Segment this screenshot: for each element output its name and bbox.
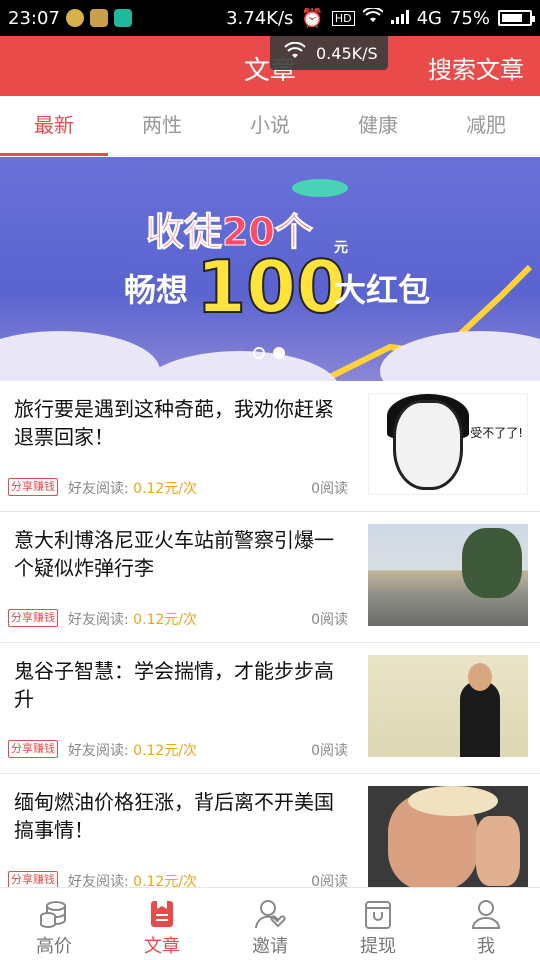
cloud-illustration [140, 351, 340, 381]
blimp-illustration [292, 179, 348, 197]
profile-icon [470, 898, 502, 930]
speed-toast: 0.45K/S [270, 36, 388, 70]
promo-banner[interactable]: 收徒20个 畅想 100 元 大红包 [0, 157, 540, 381]
share-earn-tag: 分享赚钱 [8, 740, 58, 758]
clock: 23:07 [8, 7, 60, 29]
app-notification-icon [65, 9, 84, 27]
article-item[interactable]: 缅甸燃油价格狂涨，背后离不开美国搞事情！ 分享赚钱 好友阅读: 0.12元/次 … [0, 774, 540, 905]
article-meta: 分享赚钱 好友阅读: 0.12元/次 0阅读 [8, 738, 348, 760]
article-title: 缅甸燃油价格狂涨，背后离不开美国搞事情！ [14, 790, 334, 842]
article-thumbnail [368, 655, 528, 757]
nav-item-yaoqing[interactable]: 邀请 [216, 888, 324, 960]
read-count: 0阅读 [311, 612, 348, 628]
tab-1[interactable]: 最新 [0, 96, 108, 156]
nav-item-wo[interactable]: 我 [432, 888, 540, 960]
nav-item-gaojia[interactable]: 高价 [0, 888, 108, 960]
search-articles-button[interactable]: 搜索文章 [428, 50, 524, 85]
battery-icon [498, 10, 535, 26]
carousel-dot[interactable] [253, 347, 265, 359]
article-meta: 分享赚钱 好友阅读: 0.12元/次 0阅读 [8, 476, 348, 498]
banner-line2: 畅想 [124, 271, 189, 309]
thumbnail-caption: 受不了了! [470, 426, 523, 440]
bottom-navigation: 高价 文章 邀请 提现 我 [0, 887, 540, 960]
carousel-indicator [253, 347, 285, 359]
nav-label: 文章 [144, 936, 180, 957]
read-count: 0阅读 [311, 743, 348, 759]
article-thumbnail: 受不了了! [368, 393, 528, 495]
carousel-dot-active[interactable] [273, 347, 285, 359]
nav-item-wenzhang[interactable]: 文章 [108, 888, 216, 960]
article-meta: 分享赚钱 好友阅读: 0.12元/次 0阅读 [8, 607, 348, 629]
banner-unit: 元 [334, 240, 348, 256]
article-icon [146, 898, 178, 930]
hd-badge: HD [331, 10, 355, 26]
signal-icon [390, 8, 409, 29]
friend-read-reward: 好友阅读: 0.12元/次 [68, 612, 198, 628]
coins-icon [38, 898, 70, 930]
cloud-illustration [0, 331, 160, 381]
app-notification-icon [89, 9, 108, 27]
net-speed: 3.74K/s [226, 7, 294, 29]
article-thumbnail [368, 786, 528, 888]
article-item[interactable]: 旅行要是遇到这种奇葩，我劝你赶紧退票回家！ 分享赚钱 好友阅读: 0.12元/次… [0, 381, 540, 512]
wifi-icon [284, 41, 306, 64]
article-item[interactable]: 鬼谷子智慧：学会揣情，才能步步高升 分享赚钱 好友阅读: 0.12元/次 0阅读 [0, 643, 540, 774]
status-bar: 23:07 3.74K/s ⏰ HD 4G 75% [0, 0, 540, 36]
article-item[interactable]: 意大利博洛尼亚火车站前警察引爆一个疑似炸弹行李 分享赚钱 好友阅读: 0.12元… [0, 512, 540, 643]
article-title: 意大利博洛尼亚火车站前警察引爆一个疑似炸弹行李 [14, 528, 334, 580]
scan-notification-icon [113, 9, 132, 27]
banner-amount: 100 [195, 244, 347, 330]
nav-item-tixian[interactable]: 提现 [324, 888, 432, 960]
nav-label: 邀请 [252, 936, 288, 957]
battery-percent: 75% [449, 7, 490, 29]
share-earn-tag: 分享赚钱 [8, 478, 58, 496]
read-count: 0阅读 [311, 481, 348, 497]
nav-label: 高价 [36, 936, 72, 957]
tab-2[interactable]: 两性 [108, 96, 216, 155]
article-thumbnail [368, 524, 528, 626]
network-type: 4G [416, 7, 442, 29]
article-title: 旅行要是遇到这种奇葩，我劝你赶紧退票回家！ [14, 397, 334, 449]
nav-label: 我 [477, 936, 495, 957]
alarm-icon: ⏰ [301, 7, 324, 29]
article-list: 旅行要是遇到这种奇葩，我劝你赶紧退票回家！ 分享赚钱 好友阅读: 0.12元/次… [0, 381, 540, 905]
tab-4[interactable]: 健康 [324, 96, 432, 155]
speed-value: 0.45K/S [316, 43, 378, 63]
category-tabs: 最新 两性 小说 健康 减肥 [0, 96, 540, 156]
friend-read-reward: 好友阅读: 0.12元/次 [68, 743, 198, 759]
tab-3[interactable]: 小说 [216, 96, 324, 155]
friend-read-reward: 好友阅读: 0.12元/次 [68, 481, 198, 497]
wallet-icon [362, 898, 394, 930]
article-title: 鬼谷子智慧：学会揣情，才能步步高升 [14, 659, 334, 711]
invite-icon [254, 898, 286, 930]
share-earn-tag: 分享赚钱 [8, 609, 58, 627]
tab-5[interactable]: 减肥 [432, 96, 540, 155]
nav-label: 提现 [360, 936, 396, 957]
wifi-icon [361, 6, 384, 29]
